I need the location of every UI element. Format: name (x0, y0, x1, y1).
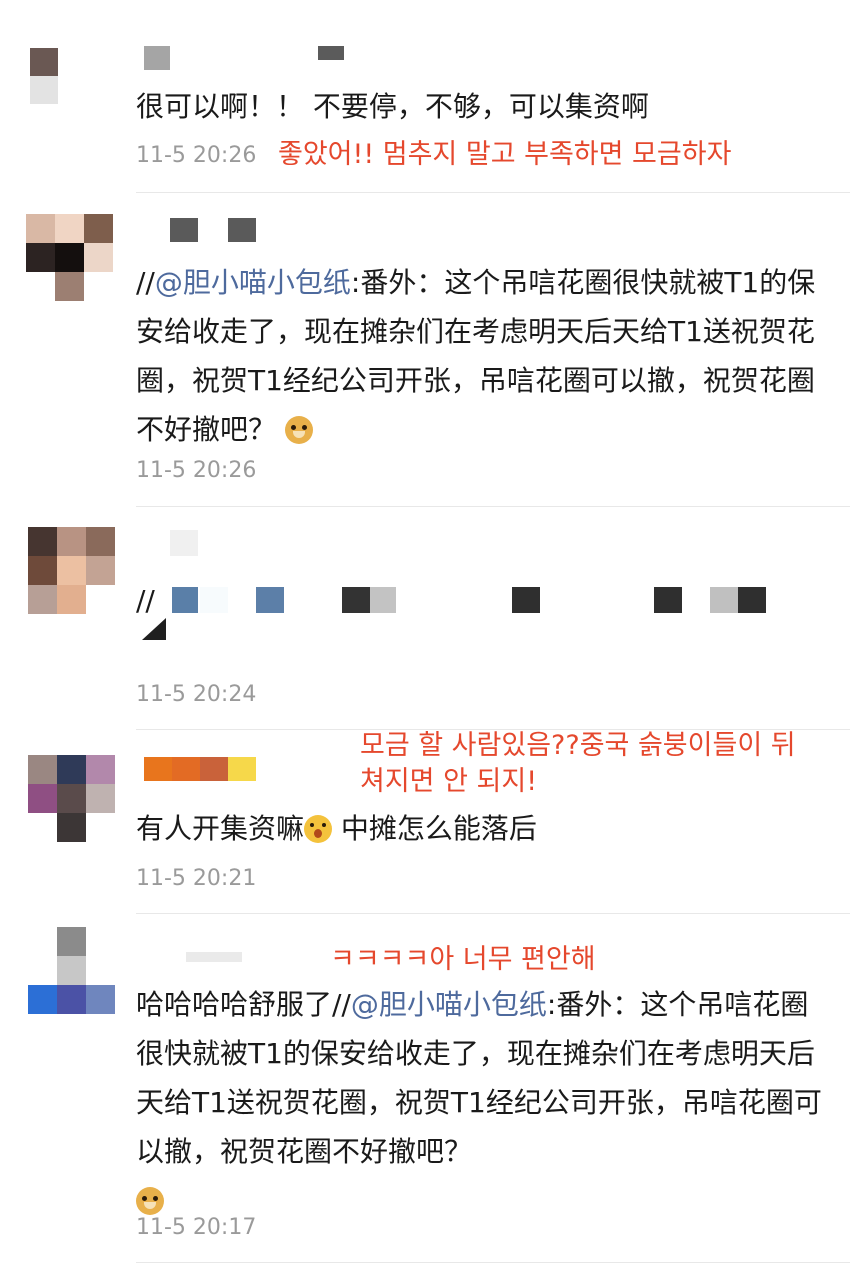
shocked-emoji (304, 815, 333, 843)
avatar[interactable] (28, 755, 115, 842)
timestamp: 11-5 20:21 (136, 866, 257, 891)
translation-note: 모금 할 사람있음??중국 슭붕이들이 뒤쳐지면 안 되지! (360, 730, 796, 797)
divider (136, 913, 850, 914)
avatar[interactable] (28, 927, 115, 1014)
comment-text: 有人开集资嘛 中摊怎么能落后 (136, 812, 537, 845)
doge-emoji (136, 1187, 164, 1215)
timestamp: 11-5 20:24 (136, 682, 257, 707)
user-mention[interactable]: @胆小喵小包纸 (351, 988, 547, 1021)
divider (136, 1262, 850, 1263)
username[interactable] (144, 757, 256, 783)
username[interactable] (186, 952, 246, 978)
translation-note: ㅋㅋㅋㅋ아 너무 편안해 (330, 944, 596, 975)
comment-text: 哈哈哈哈舒服了//@胆小喵小包纸:番外：这个吊唁花圈很快就被T1的保安给收走了，… (136, 980, 822, 1225)
timestamp: 11-5 20:17 (136, 1215, 257, 1240)
redacted-content (0, 0, 850, 700)
